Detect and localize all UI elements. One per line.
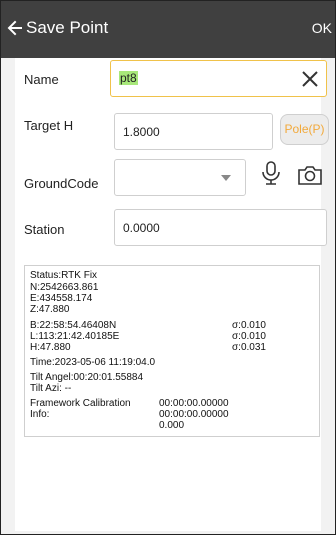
ground-code-select[interactable] <box>114 159 246 196</box>
name-label: Name <box>24 72 59 87</box>
title-bar: Save Point OK <box>0 0 336 58</box>
time-text: Time:2023-05-06 11:19:04.0 <box>30 357 156 368</box>
latitude-sigma-text: σ:0.010 <box>232 320 266 331</box>
framework-value-1: 00:00:00.00000 <box>159 398 229 409</box>
chevron-down-icon <box>221 175 231 181</box>
longitude-text: L:113:21:42.40185E <box>30 331 120 342</box>
easting-text: E:434558.174 <box>30 293 93 304</box>
clear-icon[interactable] <box>302 71 318 87</box>
height-sigma-text: σ:0.031 <box>232 342 266 353</box>
target-h-input[interactable]: 1.8000 <box>114 113 273 150</box>
target-h-label: Target H <box>24 118 74 133</box>
tilt-angel-text: Tilt Angel:00:20:01.55884 <box>30 372 144 383</box>
northing-text: N:2542663.861 <box>30 282 99 293</box>
name-value: pt8 <box>119 71 138 85</box>
station-value: 0.0000 <box>123 221 160 235</box>
framework-value-2: 00:00:00.00000 <box>159 409 229 420</box>
page-title: Save Point <box>26 18 109 37</box>
microphone-icon[interactable] <box>260 160 282 186</box>
back-arrow-icon[interactable] <box>7 17 23 39</box>
ground-code-label: GroundCode <box>24 176 99 191</box>
station-input[interactable]: 0.0000 <box>114 209 327 246</box>
height-text: H:47.880 <box>30 342 71 353</box>
station-label: Station <box>24 222 65 237</box>
framework-value-3: 0.000 <box>159 420 185 431</box>
pole-button[interactable]: Pole(P) <box>280 114 329 145</box>
latitude-text: B:22:58:54.46408N <box>30 320 117 331</box>
camera-icon[interactable] <box>297 164 323 186</box>
info-label: Info: <box>30 409 50 420</box>
target-h-value: 1.8000 <box>123 125 160 139</box>
z-text: Z:47.880 <box>30 304 70 315</box>
position-info-box: Status:RTK Fix N:2542663.861 E:434558.17… <box>24 265 320 437</box>
tilt-azi-text: Tilt Azi: -- <box>30 383 72 394</box>
status-text: Status:RTK Fix <box>30 270 98 281</box>
name-input[interactable]: pt8 <box>110 60 327 97</box>
framework-label: Framework Calibration <box>30 398 131 409</box>
longitude-sigma-text: σ:0.010 <box>232 331 266 342</box>
ok-button[interactable]: OK <box>312 19 332 37</box>
